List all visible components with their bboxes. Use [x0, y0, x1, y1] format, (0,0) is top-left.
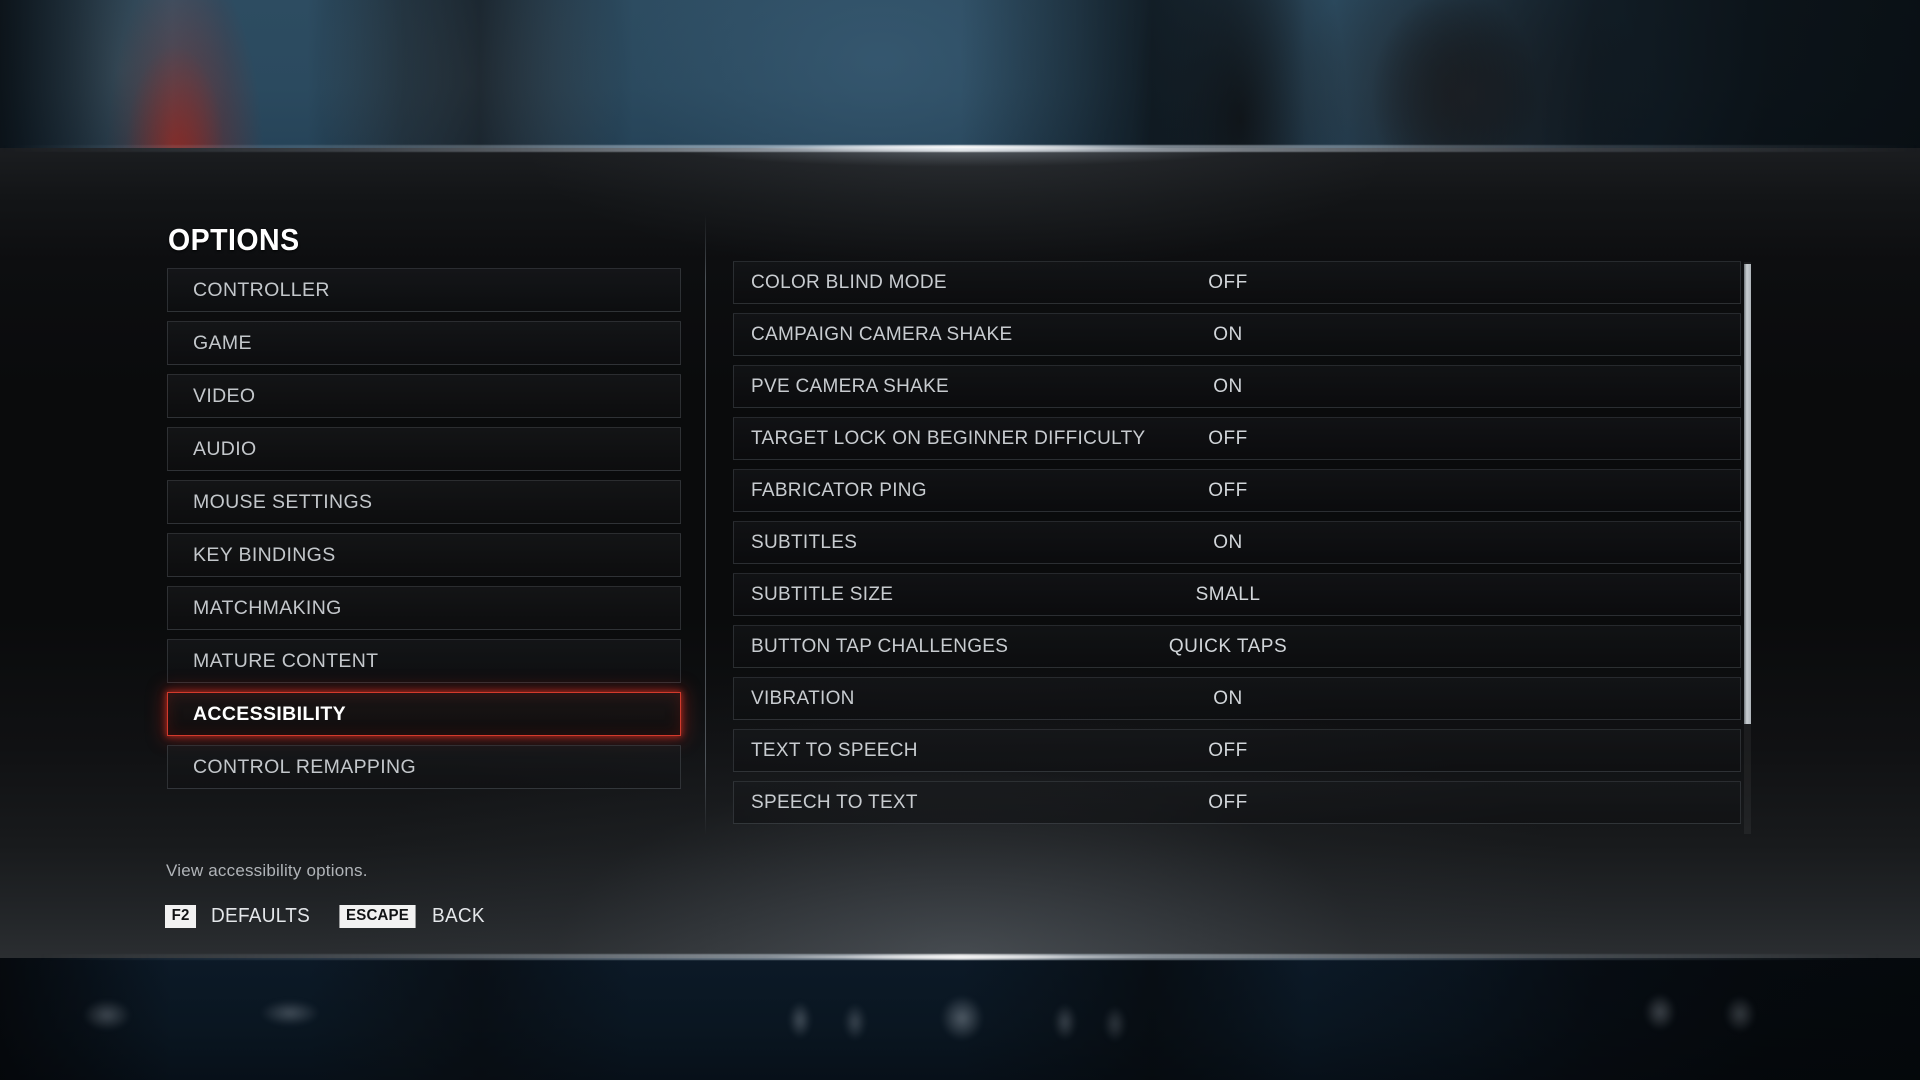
- setting-row[interactable]: BUTTON TAP CHALLENGES QUICK TAPS: [733, 625, 1741, 668]
- category-item-label: CONTROL REMAPPING: [193, 755, 417, 778]
- category-item-label: VIDEO: [193, 384, 256, 407]
- category-item-label: MATCHMAKING: [193, 596, 342, 619]
- panel-top-light-glow: [560, 148, 1360, 192]
- key-cap-escape[interactable]: ESCAPE: [339, 905, 416, 928]
- setting-label: SPEECH TO TEXT: [751, 791, 918, 813]
- setting-row[interactable]: PVE CAMERA SHAKE ON: [733, 365, 1741, 408]
- category-item-label: AUDIO: [193, 437, 257, 460]
- setting-row[interactable]: FABRICATOR PING OFF: [733, 469, 1741, 512]
- category-item-controller[interactable]: CONTROLLER: [167, 268, 681, 312]
- page-title: OPTIONS: [168, 222, 300, 257]
- setting-row[interactable]: SUBTITLE SIZE SMALL: [733, 573, 1741, 616]
- category-item-label: KEY BINDINGS: [193, 543, 336, 566]
- key-action-defaults[interactable]: DEFAULTS: [211, 905, 310, 928]
- category-item-label: ACCESSIBILITY: [193, 702, 346, 725]
- setting-label: CAMPAIGN CAMERA SHAKE: [751, 323, 1013, 345]
- settings-scrollbar-track[interactable]: [1744, 262, 1751, 834]
- setting-label: FABRICATOR PING: [751, 479, 927, 501]
- setting-label: BUTTON TAP CHALLENGES: [751, 635, 1009, 657]
- category-item-label: MATURE CONTENT: [193, 649, 379, 672]
- background-hud-blur: [0, 960, 1920, 1080]
- setting-label: SUBTITLE SIZE: [751, 583, 894, 605]
- category-item-control-remapping[interactable]: CONTROL REMAPPING: [167, 745, 681, 789]
- key-action-back[interactable]: BACK: [432, 905, 485, 928]
- setting-row[interactable]: SPEECH TO TEXT OFF: [733, 781, 1741, 824]
- category-item-label: MOUSE SETTINGS: [193, 490, 373, 513]
- category-item-label: GAME: [193, 331, 252, 354]
- setting-label: TARGET LOCK ON BEGINNER DIFFICULTY: [751, 427, 1146, 449]
- accessibility-settings-list: COLOR BLIND MODE OFF CAMPAIGN CAMERA SHAKE…: [733, 261, 1741, 833]
- setting-value: ON: [1213, 687, 1243, 709]
- setting-row[interactable]: VIBRATION ON: [733, 677, 1741, 720]
- settings-scrollbar-thumb[interactable]: [1744, 264, 1751, 724]
- setting-row[interactable]: COLOR BLIND MODE OFF: [733, 261, 1741, 304]
- category-item-accessibility[interactable]: ACCESSIBILITY: [167, 692, 681, 736]
- category-item-video[interactable]: VIDEO: [167, 374, 681, 418]
- category-item-label: CONTROLLER: [193, 278, 330, 301]
- category-item-game[interactable]: GAME: [167, 321, 681, 365]
- vertical-divider: [705, 215, 706, 835]
- setting-row[interactable]: CAMPAIGN CAMERA SHAKE ON: [733, 313, 1741, 356]
- options-category-list: CONTROLLER GAME VIDEO AUDIO MOUSE SETTINGS KE…: [167, 268, 681, 798]
- setting-row[interactable]: TEXT TO SPEECH OFF: [733, 729, 1741, 772]
- category-item-matchmaking[interactable]: MATCHMAKING: [167, 586, 681, 630]
- setting-label: PVE CAMERA SHAKE: [751, 375, 950, 397]
- category-item-audio[interactable]: AUDIO: [167, 427, 681, 471]
- category-item-mature-content[interactable]: MATURE CONTENT: [167, 639, 681, 683]
- footer-description: View accessibility options.: [166, 861, 368, 880]
- setting-row[interactable]: TARGET LOCK ON BEGINNER DIFFICULTY OFF: [733, 417, 1741, 460]
- panel-bottom-light-streak: [0, 954, 1920, 960]
- footer-key-hints: F2 DEFAULTS ESCAPE BACK: [164, 905, 488, 928]
- category-item-mouse-settings[interactable]: MOUSE SETTINGS: [167, 480, 681, 524]
- key-cap-f2[interactable]: F2: [164, 905, 197, 928]
- setting-label: VIBRATION: [751, 687, 855, 709]
- category-item-key-bindings[interactable]: KEY BINDINGS: [167, 533, 681, 577]
- setting-label: COLOR BLIND MODE: [751, 271, 947, 293]
- setting-label: TEXT TO SPEECH: [751, 739, 918, 761]
- setting-value: ON: [1213, 531, 1243, 553]
- setting-row[interactable]: SUBTITLES ON: [733, 521, 1741, 564]
- setting-label: SUBTITLES: [751, 531, 858, 553]
